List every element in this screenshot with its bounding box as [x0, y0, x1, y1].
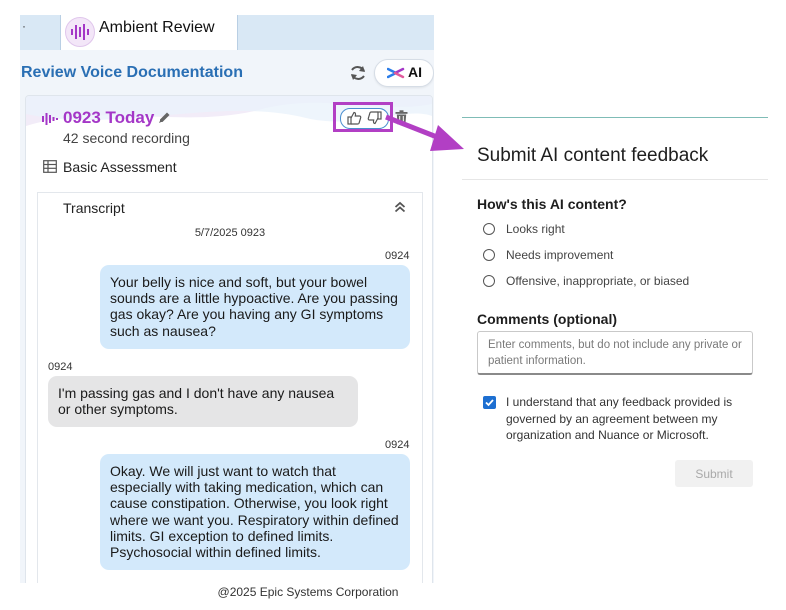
tab-ambient-review[interactable]: Ambient Review [60, 15, 238, 50]
radio-button[interactable] [483, 275, 495, 287]
message-bubble-clinician: Your belly is nice and soft, but your bo… [100, 265, 410, 349]
radio-label: Offensive, inappropriate, or biased [506, 274, 690, 288]
comments-placeholder: Enter comments, but do not include any p… [488, 339, 742, 367]
refresh-icon[interactable] [348, 63, 368, 83]
recording-length: 42 second recording [63, 130, 190, 146]
radio-label: Needs improvement [506, 248, 614, 262]
radio-offensive[interactable]: Offensive, inappropriate, or biased [483, 273, 753, 291]
checkmark-icon [485, 399, 494, 407]
comments-label: Comments (optional) [477, 311, 617, 327]
radio-label: Looks right [506, 222, 565, 236]
tab-edge-dot: · [22, 19, 26, 33]
submit-label: Submit [695, 467, 733, 481]
feedback-title: Submit AI content feedback [477, 145, 709, 166]
ai-button-label: AI [408, 64, 422, 80]
consent-checkbox[interactable] [483, 396, 496, 409]
tab-bar: · Ambient Review [20, 15, 434, 50]
note-card: 0923 Today 42 second recording Basic Ass… [25, 95, 433, 583]
submit-button[interactable]: Submit [675, 460, 753, 487]
radio-button[interactable] [483, 223, 495, 235]
radio-looks-right[interactable]: Looks right [483, 221, 753, 239]
arrow-icon [385, 114, 464, 151]
pencil-icon[interactable] [158, 111, 171, 124]
transcript-date: 5/7/2025 0923 [194, 227, 266, 239]
chevron-up-icon[interactable] [394, 201, 406, 213]
radio-button[interactable] [483, 249, 495, 261]
microphone-waveform-icon [42, 113, 58, 125]
comments-field[interactable]: Enter comments, but do not include any p… [477, 331, 753, 375]
message-bubble-patient: I'm passing gas and I don't have any nau… [48, 376, 358, 427]
radio-needs-improvement[interactable]: Needs improvement [483, 247, 753, 265]
section-title: Review Voice Documentation [21, 64, 243, 81]
ai-button[interactable]: AI [374, 59, 434, 87]
message-timestamp: 0924 [385, 439, 410, 451]
transcript-section: Transcript 5/7/2025 0923 0924 Your belly… [37, 192, 423, 583]
note-title: 0923 Today [63, 108, 155, 127]
message-bubble-clinician: Okay. We will just want to watch that es… [100, 454, 410, 570]
ambient-logo-icon [65, 17, 95, 47]
grid-icon [43, 160, 57, 173]
copyright-footer: @2025 Epic Systems Corporation [217, 585, 399, 599]
header-divider [462, 179, 768, 180]
ai-sparkle-icon [387, 67, 405, 79]
message-timestamp: 0924 [48, 361, 73, 373]
ambient-review-panel: · Ambient Review Review Voice Documentat… [20, 15, 434, 583]
thumbs-up-icon[interactable] [347, 111, 362, 125]
question-label: How's this AI content? [477, 196, 627, 212]
panel-top-divider [462, 117, 768, 118]
transcript-title: Transcript [63, 200, 125, 216]
assessment-label: Basic Assessment [63, 159, 177, 175]
tab-label: Ambient Review [99, 19, 215, 36]
consent-text: I understand that any feedback provided … [506, 395, 733, 442]
message-timestamp: 0924 [385, 250, 410, 262]
